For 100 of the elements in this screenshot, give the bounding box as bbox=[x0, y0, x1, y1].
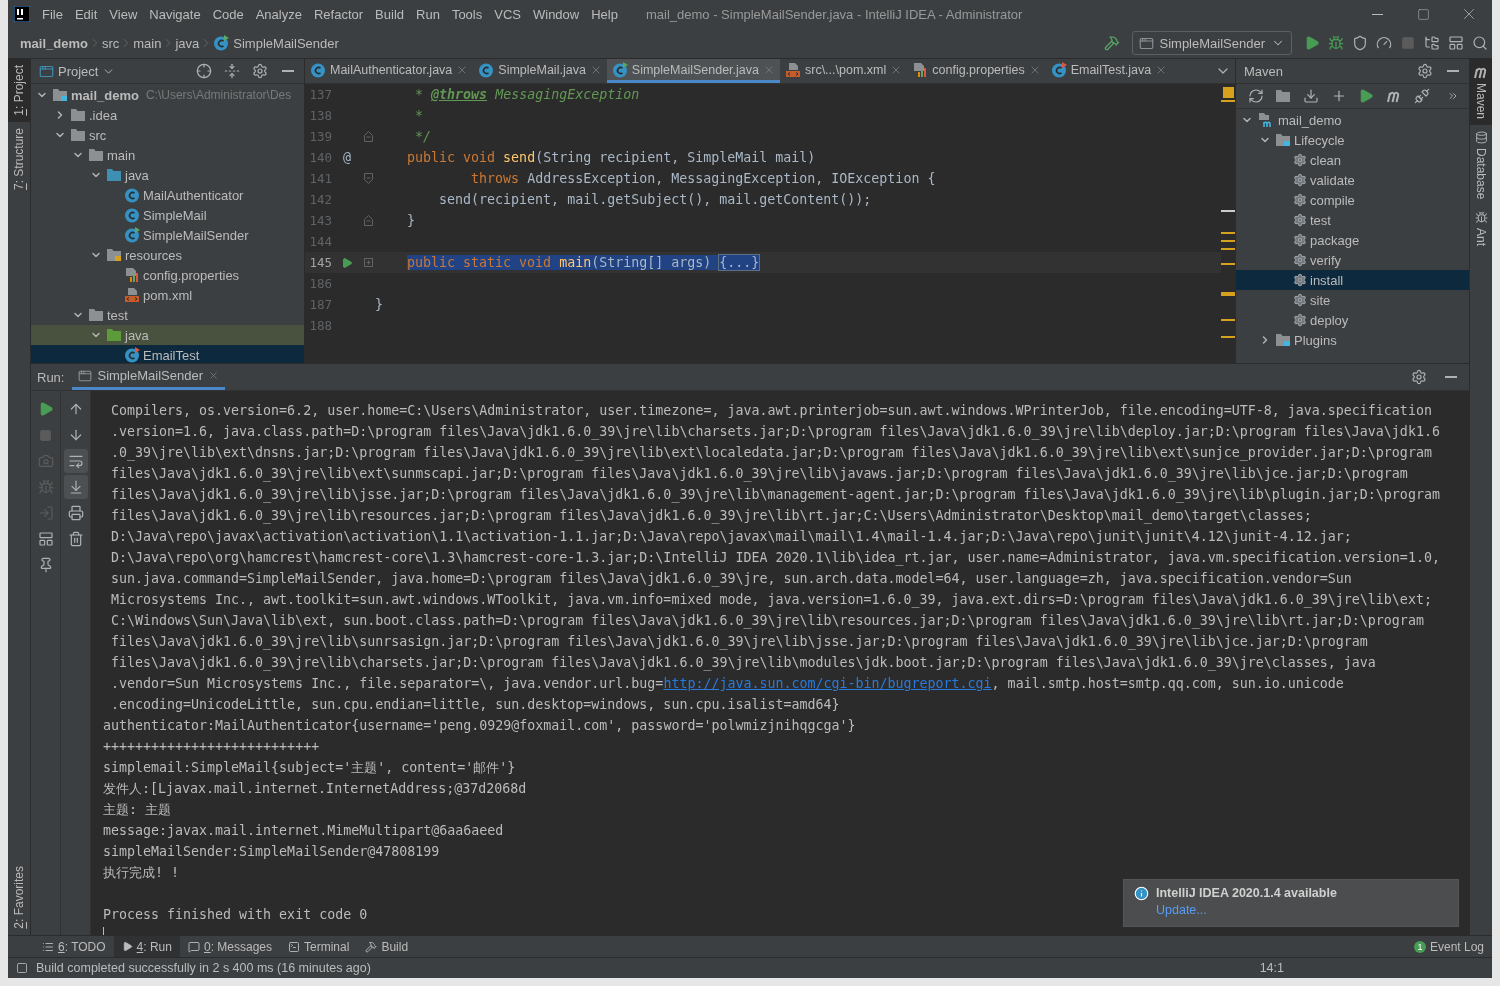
tree-item[interactable]: validate bbox=[1236, 170, 1469, 190]
close-icon bbox=[207, 370, 219, 381]
tree-item[interactable]: package bbox=[1236, 230, 1469, 250]
menu-item[interactable]: Refactor bbox=[307, 6, 370, 22]
editor-tab[interactable]: src\...\pom.xml bbox=[780, 59, 908, 83]
refresh-icon bbox=[1247, 88, 1264, 104]
panel-title[interactable]: Maven bbox=[1244, 63, 1284, 79]
breadcrumb[interactable]: mail_demo bbox=[20, 35, 88, 51]
tree-item[interactable]: deploy bbox=[1236, 310, 1469, 330]
tree-item[interactable]: .idea bbox=[31, 105, 304, 125]
link[interactable]: http://java.sun.com/cgi-bin/bugreport.cgi bbox=[663, 676, 992, 691]
tree-item[interactable]: java bbox=[31, 165, 304, 185]
tree-item[interactable]: site bbox=[1236, 290, 1469, 310]
fold-marker-icon[interactable] bbox=[363, 173, 373, 184]
tree-item[interactable]: mail_demo bbox=[1236, 110, 1469, 130]
console-line: .0_39\jre\lib\ext\dnsns.jar;D:\program files\Java\jdk1.6.0_39\jre\lib\ext\localedata.jar;D:\program files\Java\jdk1.6.0_39\jre\lib\ext\sunjce_provider.jar;D:\program bbox=[111, 444, 1432, 463]
tool-window-tab[interactable]: 2: Favorites bbox=[8, 860, 30, 935]
breadcrumb[interactable]: SimpleMailSender bbox=[213, 35, 339, 51]
editor-tab[interactable]: config.properties bbox=[907, 59, 1046, 83]
tool-window-tab[interactable]: Ant bbox=[1470, 205, 1492, 253]
tree-item[interactable]: test bbox=[31, 305, 304, 325]
editor-tab[interactable]: EmailTest.java bbox=[1045, 59, 1173, 83]
tree-item[interactable]: Lifecycle bbox=[1236, 130, 1469, 150]
soft-wrap-button[interactable] bbox=[63, 449, 88, 473]
gutter-marker[interactable]: @ bbox=[343, 150, 351, 165]
tool-window-tab[interactable]: Maven bbox=[1470, 59, 1492, 126]
editor-tab[interactable]: MailAuthenticator.java bbox=[305, 59, 474, 83]
menu-item[interactable]: Navigate bbox=[143, 6, 207, 22]
menu-item[interactable]: VCS bbox=[488, 6, 527, 22]
tool-window-button[interactable]: Build bbox=[357, 936, 417, 957]
tool-window-tab[interactable]: 7: Structure bbox=[8, 121, 30, 196]
tool-windows-toggle-icon bbox=[16, 962, 28, 974]
unfold-marker-icon[interactable] bbox=[363, 258, 373, 267]
console-line: .vendor=Sun Microsystems Inc., file.separator=\, java.vendor.url.bug=http://java.sun.com/cgi-bin/bugreport.cgi, mail.smtp.host=smtp.qq.com, sun.io.unicode bbox=[111, 675, 1344, 693]
fold-marker-icon[interactable] bbox=[363, 215, 373, 226]
menu-item[interactable]: File bbox=[36, 6, 69, 22]
tree-item[interactable]: Plugins bbox=[1236, 330, 1469, 350]
run-configuration-dropdown[interactable]: SimpleMailSender bbox=[1131, 31, 1292, 55]
class-icon bbox=[213, 35, 230, 51]
fold-marker-icon[interactable] bbox=[363, 131, 373, 142]
run-gutter-icon[interactable] bbox=[341, 256, 353, 269]
breadcrumb[interactable]: java bbox=[175, 35, 200, 51]
tree-item[interactable]: clean bbox=[1236, 150, 1469, 170]
editor-tab[interactable]: SimpleMailSender.java bbox=[606, 59, 780, 83]
menu-item[interactable]: Code bbox=[206, 6, 250, 22]
editor-tab[interactable]: SimpleMail.java bbox=[473, 59, 607, 83]
tree-item[interactable]: verify bbox=[1236, 250, 1469, 270]
tree-item[interactable]: compile bbox=[1236, 190, 1469, 210]
tool-window-tab[interactable]: 1: Project bbox=[8, 59, 30, 122]
tool-window-button[interactable]: 6: TODO bbox=[34, 936, 114, 957]
tree-item[interactable]: src bbox=[31, 125, 304, 145]
tool-window-button[interactable]: 0: Messages bbox=[179, 936, 280, 957]
console-line: +++++++++++++++++++++++++++ bbox=[103, 738, 320, 756]
menu-item[interactable]: Help bbox=[585, 6, 624, 22]
unplug-icon bbox=[1413, 88, 1430, 104]
tree-item[interactable]: java bbox=[31, 325, 304, 345]
folder-icon bbox=[106, 328, 122, 342]
tree-item[interactable]: mail_demo C:\Users\Administrator\Des bbox=[31, 85, 304, 105]
console-line: sun.java.command=SimpleMailSender, java.home=D:\program files\Java\jdk1.6.0_39\jre, sun.arch.data.model=64, user.language=zh, java.specification.vendor=Sun bbox=[111, 570, 1352, 589]
maven-icon bbox=[1473, 65, 1489, 79]
collapse-icon bbox=[224, 63, 240, 79]
menu-item[interactable]: Tools bbox=[445, 6, 489, 22]
tree-item[interactable]: SimpleMailSender bbox=[31, 225, 304, 245]
tree-item[interactable]: SimpleMail bbox=[31, 205, 304, 225]
tool-window-button[interactable]: 4: Run bbox=[113, 936, 180, 957]
folder-icon bbox=[88, 148, 104, 162]
status-message: Build completed successfully in 2 s 400 ms (16 minutes ago) bbox=[36, 961, 371, 975]
breadcrumb[interactable]: src bbox=[101, 35, 120, 51]
tree-item[interactable]: pom.xml bbox=[31, 285, 304, 305]
tree-item[interactable]: test bbox=[1236, 210, 1469, 230]
inspection-status-icon[interactable] bbox=[1222, 87, 1234, 98]
trash-icon bbox=[67, 531, 84, 547]
tree-item[interactable]: main bbox=[31, 145, 304, 165]
menu-item[interactable]: Edit bbox=[68, 6, 104, 22]
panel-title[interactable]: Project bbox=[58, 63, 99, 79]
breadcrumb[interactable]: main bbox=[133, 35, 162, 51]
event-log-button[interactable]: 1 Event Log bbox=[1405, 936, 1492, 957]
menu-item[interactable]: Window bbox=[526, 6, 586, 22]
menu-item[interactable]: Build bbox=[369, 6, 410, 22]
tool-window-button[interactable]: Terminal bbox=[280, 936, 358, 957]
update-link[interactable]: Update... bbox=[1156, 903, 1207, 917]
folder-icon bbox=[1275, 333, 1291, 347]
tree-item[interactable]: EmailTest bbox=[31, 345, 304, 363]
gear-icon bbox=[1293, 293, 1307, 307]
tree-item[interactable]: config.properties bbox=[31, 265, 304, 285]
folder-icon bbox=[1275, 89, 1292, 103]
tree-item[interactable]: resources bbox=[31, 245, 304, 265]
menu-item[interactable]: Run bbox=[410, 6, 446, 22]
line-number: 144 bbox=[308, 234, 332, 249]
code-line: public static void main(String[] args) {...} bbox=[406, 255, 760, 270]
play-icon bbox=[121, 941, 133, 952]
line-number: 141 bbox=[308, 171, 332, 186]
tree-item[interactable]: MailAuthenticator bbox=[31, 185, 304, 205]
scroll-to-end-button[interactable] bbox=[63, 475, 88, 499]
console-line: files\Java\jdk1.6.0_39\jre\lib\ext\sunmscapi.jar;D:\program files\Java\jdk1.6.0_39\jre\lib\javaws.jar;D:\program files\Java\jdk1.6.0_39\jre\lib\jce.jar;D:\program bbox=[111, 465, 1408, 484]
maven-icon bbox=[1385, 89, 1402, 103]
tree-item[interactable]: install bbox=[1236, 270, 1469, 290]
menu-item[interactable]: Analyze bbox=[249, 6, 308, 22]
menu-item[interactable]: View bbox=[103, 6, 144, 22]
tool-window-tab[interactable]: Database bbox=[1470, 125, 1492, 206]
